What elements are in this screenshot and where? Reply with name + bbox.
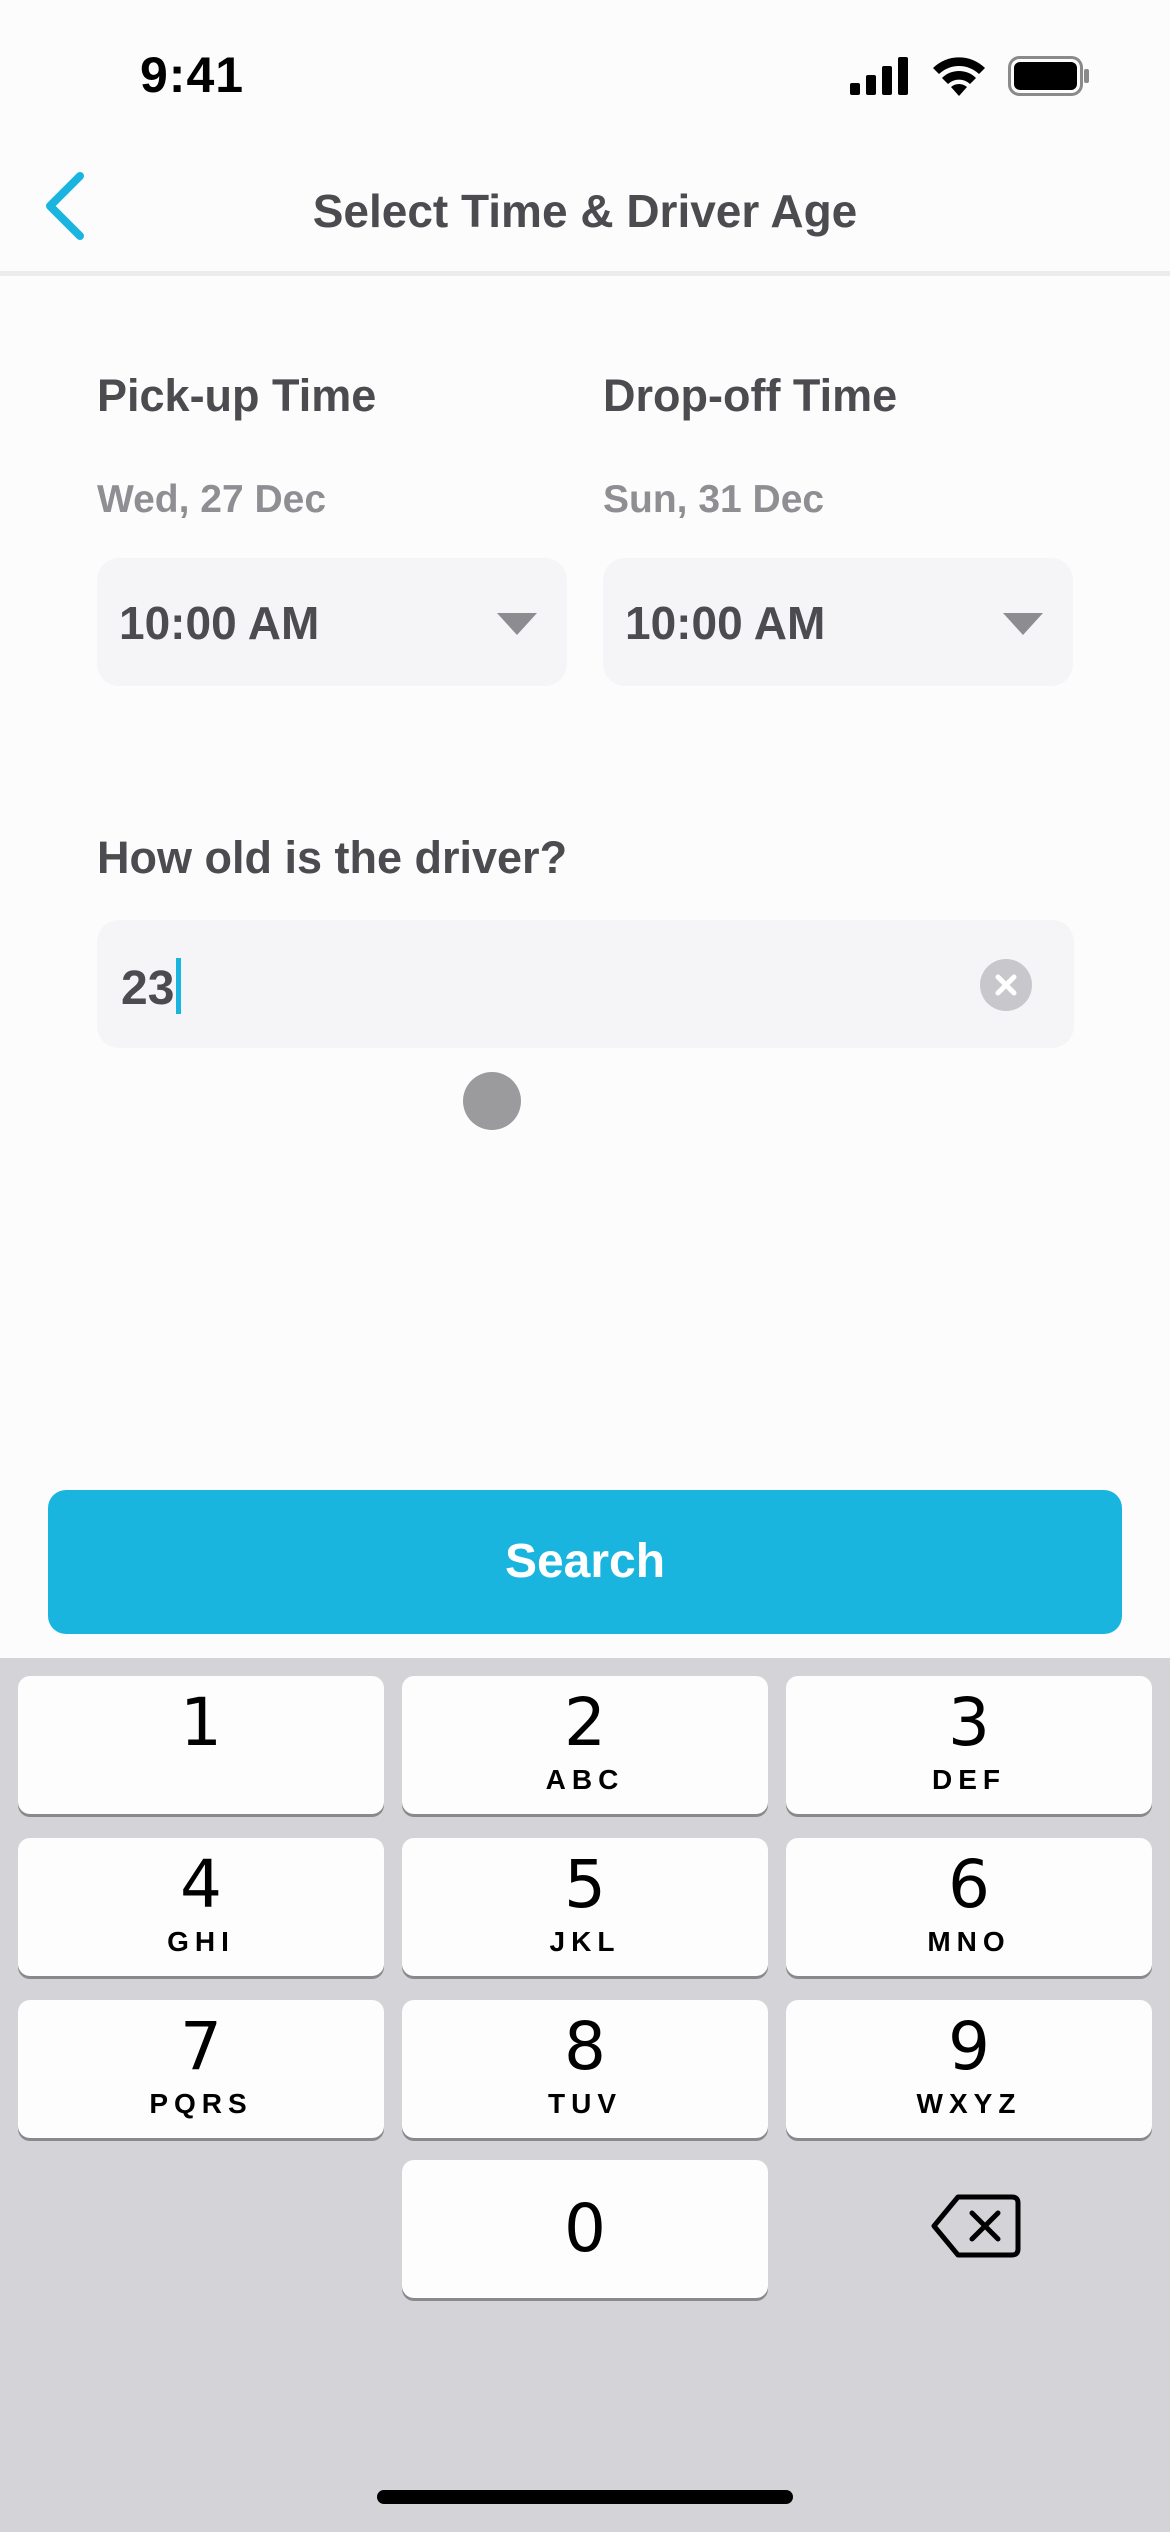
driver-age-value: 23 (121, 962, 175, 1015)
key-8[interactable]: 8 TUV (402, 2000, 768, 2138)
key-digit: 0 (564, 2190, 606, 2267)
key-3[interactable]: 3 DEF (786, 1676, 1152, 1814)
dropoff-section: Drop-off Time Sun, 31 Dec 10:00 AM (603, 370, 1073, 686)
home-indicator (377, 2490, 793, 2504)
key-digit: 3 (948, 1684, 990, 1761)
status-time: 9:41 (140, 47, 245, 103)
cellular-signal-icon (850, 57, 908, 95)
key-digit: 7 (180, 2008, 222, 2085)
key-letters: WXYZ (916, 2088, 1022, 2119)
pickup-section: Pick-up Time Wed, 27 Dec 10:00 AM (97, 370, 567, 686)
key-letters: MNO (927, 1926, 1011, 1957)
key-1[interactable]: 1 (18, 1676, 384, 1814)
key-0[interactable]: 0 (402, 2160, 768, 2298)
dropoff-time-value: 10:00 AM (625, 597, 826, 649)
delete-key[interactable] (928, 2183, 1024, 2269)
pickup-date: Wed, 27 Dec (97, 478, 327, 521)
text-cursor (176, 958, 182, 1014)
clear-icon (995, 974, 1017, 996)
dropoff-heading: Drop-off Time (603, 370, 898, 421)
driver-age-field[interactable]: 23 (97, 920, 1074, 1048)
key-digit: 5 (564, 1846, 606, 1923)
key-digit: 6 (948, 1846, 990, 1923)
key-7[interactable]: 7 PQRS (18, 2000, 384, 2138)
key-letters: DEF (932, 1764, 1006, 1795)
page-title: Select Time & Driver Age (312, 185, 858, 237)
search-button[interactable]: Search (48, 1490, 1122, 1634)
key-5[interactable]: 5 JKL (402, 1838, 768, 1976)
key-6[interactable]: 6 MNO (786, 1838, 1152, 1976)
dropoff-date: Sun, 31 Dec (603, 478, 825, 521)
status-bar: 9:41 (0, 0, 1170, 150)
key-digit: 8 (564, 2008, 606, 2085)
driver-age-input[interactable]: 23 (121, 958, 182, 1016)
dropoff-time-dropdown[interactable]: 10:00 AM (603, 558, 1073, 686)
key-digit: 9 (948, 2008, 990, 2085)
key-digit: 4 (180, 1846, 222, 1923)
key-letters: GHI (167, 1926, 235, 1957)
clear-button[interactable] (980, 959, 1032, 1011)
caret-down-icon (497, 613, 537, 635)
key-digit: 2 (564, 1684, 606, 1761)
nav-bar: Select Time & Driver Age (0, 150, 1170, 276)
key-letters: PQRS (149, 2088, 253, 2119)
key-2[interactable]: 2 ABC (402, 1676, 768, 1814)
pickup-time-value: 10:00 AM (119, 597, 320, 649)
key-4[interactable]: 4 GHI (18, 1838, 384, 1976)
driver-age-label: How old is the driver? (97, 832, 568, 883)
caret-down-icon (1003, 613, 1043, 635)
key-letters: ABC (545, 1764, 625, 1795)
wifi-icon (933, 57, 985, 96)
pickup-time-dropdown[interactable]: 10:00 AM (97, 558, 567, 686)
status-icons (850, 56, 1090, 96)
pickup-heading: Pick-up Time (97, 370, 377, 421)
backspace-icon (931, 2194, 1021, 2258)
key-digit: 1 (180, 1684, 222, 1761)
key-letters: JKL (549, 1926, 621, 1957)
battery-icon (1008, 56, 1089, 96)
touch-indicator (463, 1072, 521, 1130)
key-9[interactable]: 9 WXYZ (786, 2000, 1152, 2138)
key-letters: TUV (548, 2088, 622, 2119)
